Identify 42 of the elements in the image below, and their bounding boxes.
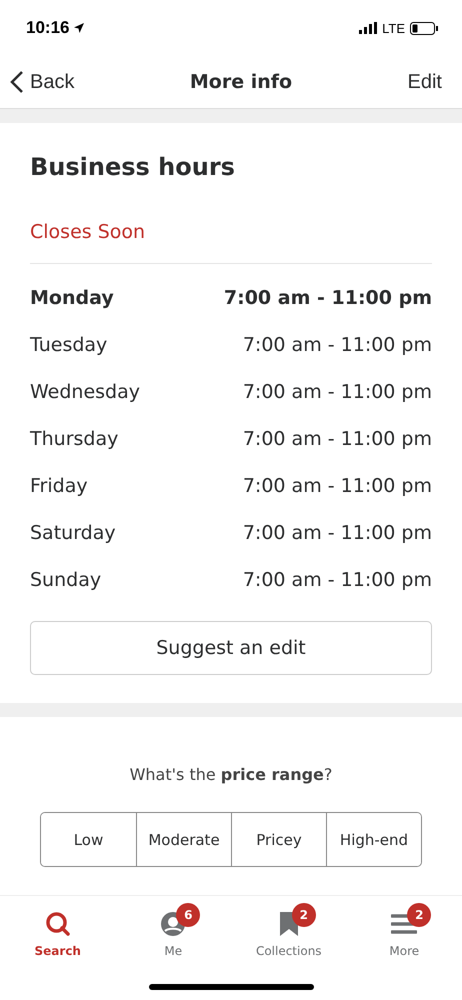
- day-label: Wednesday: [30, 380, 140, 402]
- tab-label: Search: [34, 944, 81, 958]
- hours-value: 7:00 am - 11:00 pm: [242, 474, 432, 496]
- hours-value: 7:00 am - 11:00 pm: [242, 334, 432, 356]
- hours-value: 7:00 am - 11:00 pm: [242, 380, 432, 402]
- battery-icon: [410, 22, 438, 34]
- back-link[interactable]: Back: [10, 70, 74, 94]
- day-label: Monday: [30, 286, 114, 308]
- menu-icon: [391, 914, 418, 934]
- notification-badge: 2: [292, 903, 316, 927]
- back-label: Back: [30, 70, 74, 94]
- edit-link[interactable]: Edit: [408, 70, 442, 94]
- hours-value: 7:00 am - 11:00 pm: [242, 428, 432, 450]
- chevron-left-icon: [10, 70, 24, 94]
- notification-badge: 2: [407, 903, 432, 927]
- day-label: Sunday: [30, 568, 102, 590]
- signal-icon: [359, 22, 378, 34]
- network-label: LTE: [382, 20, 405, 36]
- tab-item[interactable]: 2 More: [346, 896, 462, 1000]
- tab-item[interactable]: Search: [0, 896, 116, 1000]
- hours-value: 7:00 am - 11:00 pm: [242, 522, 432, 544]
- price-option[interactable]: High-end: [326, 813, 421, 866]
- notification-badge: 6: [176, 903, 200, 927]
- tab-label: Me: [164, 944, 182, 958]
- day-label: Tuesday: [30, 334, 108, 356]
- tab-label: More: [389, 944, 420, 958]
- hours-value: 7:00 am - 11:00 pm: [242, 568, 432, 590]
- search-icon: [44, 911, 71, 937]
- tab-item[interactable]: 6 Me: [116, 896, 231, 1000]
- status-time: 10:16: [26, 18, 70, 38]
- tab-label: Collections: [256, 944, 322, 958]
- open-status: Closes Soon: [30, 221, 146, 243]
- day-label: Thursday: [30, 428, 118, 450]
- location-arrow-icon: [73, 22, 86, 34]
- suggest-edit-button[interactable]: Suggest an edit: [30, 621, 432, 675]
- section-title: Business hours: [30, 153, 236, 181]
- page-title: More info: [190, 71, 292, 93]
- hours-value: 7:00 am - 11:00 pm: [224, 286, 432, 308]
- day-label: Saturday: [30, 522, 116, 544]
- price-question: What's the price range?: [130, 765, 332, 784]
- tab-item[interactable]: 2 Collections: [231, 896, 346, 1000]
- day-label: Friday: [30, 474, 88, 496]
